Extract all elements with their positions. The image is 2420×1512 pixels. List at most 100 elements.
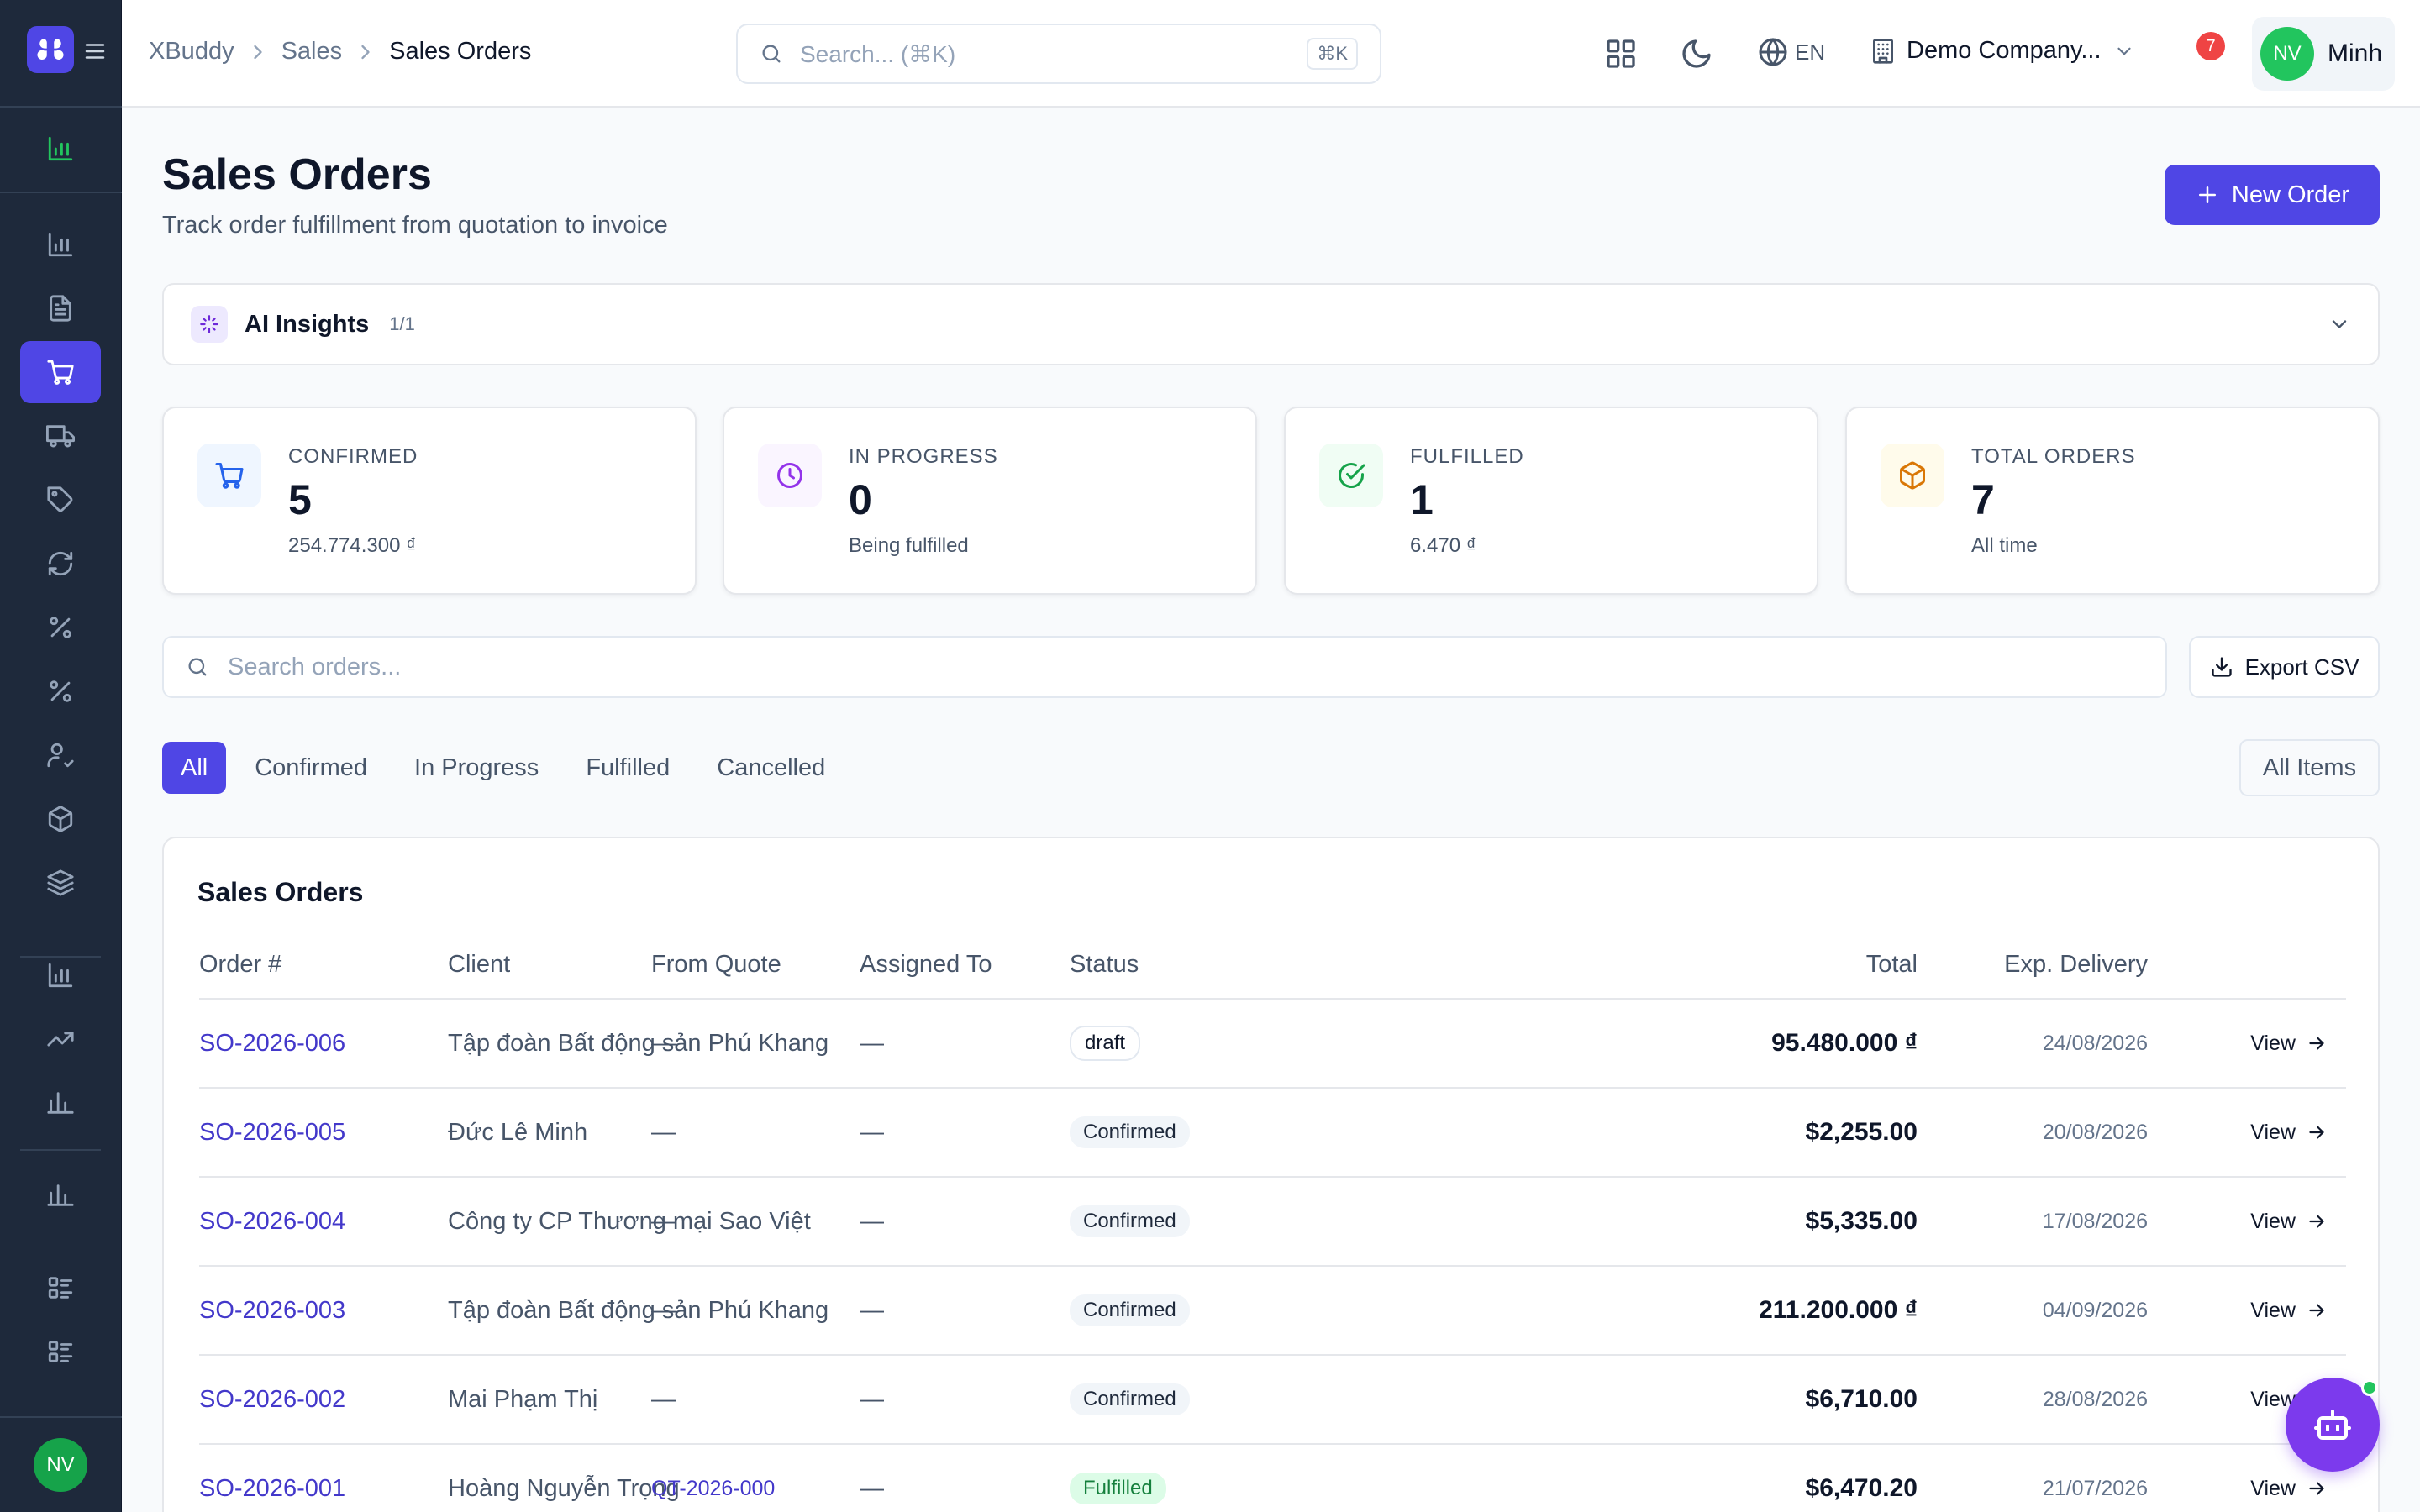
package-icon: [1881, 444, 1944, 507]
sidebar-item-trends[interactable]: [20, 1008, 101, 1070]
order-number-link[interactable]: SO-2026-002: [199, 1356, 345, 1443]
company-switcher[interactable]: Demo Company...: [1870, 37, 2135, 65]
order-total: $6,470.20: [1805, 1474, 1918, 1502]
sidebar-item-dashboard[interactable]: [20, 118, 101, 180]
breadcrumb: XBuddy Sales Sales Orders: [149, 38, 531, 66]
tag-icon: [47, 486, 73, 512]
stat-subtext: Being fulfilled: [849, 534, 969, 557]
view-order-button[interactable]: View: [2250, 1089, 2328, 1176]
chevron-down-icon[interactable]: [2328, 312, 2351, 336]
sidebar-item-statistics[interactable]: [20, 1164, 101, 1226]
sidebar-item-lists-2[interactable]: [20, 1320, 101, 1383]
sidebar-item-lists[interactable]: [20, 1257, 101, 1319]
table-row[interactable]: SO-2026-003 Tập đoàn Bất động sản Phú Kha…: [199, 1267, 2346, 1356]
view-order-button[interactable]: View: [2250, 1267, 2328, 1354]
table-row[interactable]: SO-2026-002 Mai Phạm Thị — — Confirmed $6,710…: [199, 1356, 2346, 1445]
status-badge: Fulfilled: [1070, 1473, 1166, 1504]
bot-icon: [2314, 1410, 2351, 1440]
sidebar-item-sales-orders[interactable]: [20, 341, 101, 403]
new-order-button[interactable]: New Order: [2165, 165, 2380, 225]
user-menu[interactable]: NV Minh: [2252, 17, 2395, 91]
column-assigned-to[interactable]: Assigned To: [860, 951, 992, 979]
orders-search-input[interactable]: [228, 653, 2144, 681]
sidebar-item-analytics[interactable]: [20, 944, 101, 1006]
sidebar-item-deliveries[interactable]: [20, 405, 101, 467]
menu-icon[interactable]: [82, 39, 108, 64]
assigned-to: —: [860, 1118, 884, 1146]
status-tabs: All Confirmed In Progress Fulfilled Canc…: [162, 742, 854, 794]
sidebar-item-inventory[interactable]: [20, 852, 101, 914]
status-cell: Confirmed: [1070, 1089, 1190, 1176]
sidebar-divider: [0, 192, 122, 193]
check-circle-icon: [1319, 444, 1383, 507]
assigned-to: —: [860, 1296, 884, 1324]
assigned-to: —: [860, 1029, 884, 1057]
breadcrumb-sales[interactable]: Sales: [281, 38, 343, 66]
sidebar-item-discounts[interactable]: [20, 596, 101, 659]
table-row[interactable]: SO-2026-004 Công ty CP Thương mại Sao Việ…: [199, 1178, 2346, 1267]
sidebar-avatar[interactable]: NV: [34, 1438, 87, 1492]
chevron-right-icon: [253, 45, 262, 59]
stat-value: 7: [1971, 476, 1995, 523]
sidebar-divider: [0, 1416, 122, 1418]
page-title: Sales Orders: [162, 150, 432, 199]
status-badge: Confirmed: [1070, 1116, 1190, 1148]
moon-icon[interactable]: [1680, 37, 1713, 71]
all-items-button[interactable]: All Items: [2239, 739, 2380, 796]
tab-in-progress[interactable]: In Progress: [396, 742, 557, 794]
expected-delivery: 20/08/2026: [2042, 1120, 2148, 1144]
export-csv-button[interactable]: Export CSV: [2189, 636, 2380, 698]
list-icon: [48, 1277, 73, 1299]
app-logo-icon[interactable]: [27, 26, 74, 73]
table-row[interactable]: SO-2026-001 Hoàng Nguyễn Trọng QT-2026-000…: [199, 1445, 2346, 1512]
sidebar-item-products[interactable]: [20, 788, 101, 850]
column-order[interactable]: Order #: [199, 951, 281, 979]
column-status[interactable]: Status: [1070, 951, 1139, 979]
table-row[interactable]: SO-2026-006 Tập đoàn Bất động sản Phú Kha…: [199, 1000, 2346, 1089]
user-avatar: NV: [2260, 27, 2314, 81]
order-number-link[interactable]: SO-2026-001: [199, 1445, 345, 1512]
expected-delivery: 17/08/2026: [2042, 1209, 2148, 1233]
table-row[interactable]: SO-2026-005 Đức Lê Minh — — Confirmed $2,255.…: [199, 1089, 2346, 1178]
tab-all[interactable]: All: [162, 742, 227, 794]
sidebar-item-pricing[interactable]: [20, 469, 101, 531]
shopping-cart-icon: [197, 444, 261, 507]
table-header: Order # Client From Quote Assigned To St…: [199, 951, 2346, 1000]
view-order-button[interactable]: View: [2250, 1178, 2328, 1265]
app-logo-glyph: [37, 39, 64, 60]
apps-grid-icon[interactable]: [1604, 37, 1638, 71]
column-total[interactable]: Total: [1866, 951, 1918, 979]
column-from-quote[interactable]: From Quote: [651, 951, 781, 979]
notification-badge: 7: [2196, 32, 2225, 60]
order-total: $2,255.00: [1805, 1118, 1918, 1146]
quote-link[interactable]: QT-2026-000: [651, 1445, 775, 1512]
user-check-icon: [47, 743, 74, 768]
breadcrumb-home[interactable]: XBuddy: [149, 38, 234, 66]
tab-confirmed[interactable]: Confirmed: [236, 742, 386, 794]
order-number-link[interactable]: SO-2026-005: [199, 1089, 345, 1176]
expected-delivery: 24/08/2026: [2042, 1031, 2148, 1055]
sidebar-divider: [20, 1149, 101, 1151]
language-switcher[interactable]: EN: [1758, 37, 1825, 67]
ai-insights-panel[interactable]: AI Insights 1/1: [162, 283, 2380, 365]
order-number-link[interactable]: SO-2026-006: [199, 1000, 345, 1087]
tab-cancelled[interactable]: Cancelled: [698, 742, 844, 794]
sparkles-icon: [191, 306, 228, 343]
column-exp-delivery[interactable]: Exp. Delivery: [2004, 951, 2148, 979]
bar-chart-icon: [47, 1092, 74, 1114]
tab-fulfilled[interactable]: Fulfilled: [567, 742, 688, 794]
bar-chart-icon: [47, 1184, 74, 1206]
sidebar-item-reports[interactable]: [20, 213, 101, 276]
sidebar-item-returns[interactable]: [20, 533, 101, 595]
layers-icon: [47, 869, 74, 896]
global-search[interactable]: Search... (⌘K) ⌘K: [736, 24, 1381, 84]
order-number-link[interactable]: SO-2026-004: [199, 1178, 345, 1265]
sidebar-item-customers[interactable]: [20, 724, 101, 786]
sidebar-item-quotations[interactable]: [20, 277, 101, 339]
sidebar-item-commissions[interactable]: [20, 660, 101, 722]
sidebar-item-kpi[interactable]: [20, 1072, 101, 1134]
view-order-button[interactable]: View: [2250, 1000, 2328, 1087]
order-number-link[interactable]: SO-2026-003: [199, 1267, 345, 1354]
column-client[interactable]: Client: [448, 951, 510, 979]
status-cell: draft: [1070, 1000, 1141, 1087]
